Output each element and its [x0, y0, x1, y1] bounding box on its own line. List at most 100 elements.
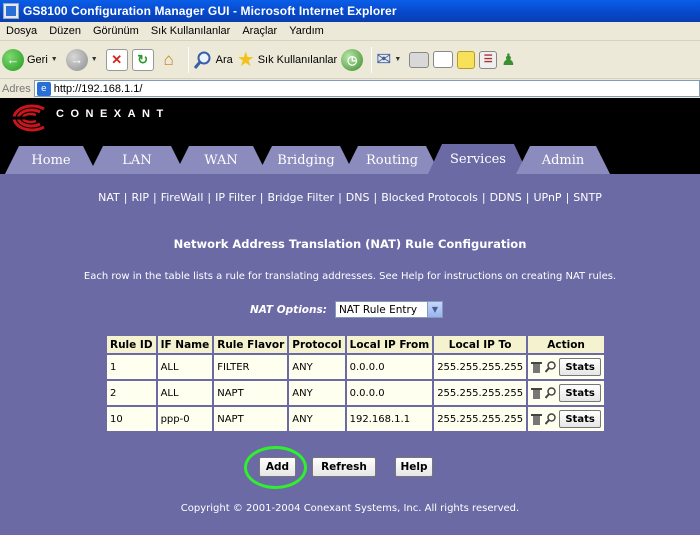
star-icon: ★ — [236, 49, 255, 71]
research-button[interactable]: ☰ — [479, 45, 498, 75]
print-button[interactable] — [409, 45, 430, 75]
conexant-logo-icon — [4, 104, 52, 132]
edit-button[interactable] — [433, 45, 454, 75]
cell-rule-flavor: FILTER — [212, 353, 290, 381]
refresh-page-button[interactable]: ↻ — [131, 45, 154, 75]
col-if-name: IF Name — [155, 334, 215, 355]
stop-icon: ✕ — [105, 48, 128, 71]
printer-icon — [409, 51, 430, 68]
cell-if-name: ALL — [155, 379, 215, 407]
subnav-ddns[interactable]: DDNS — [490, 191, 522, 204]
subnav-ip-filter[interactable]: IP Filter — [215, 191, 256, 204]
brand-name: CONEXANT — [56, 108, 170, 120]
address-url: http://192.168.1.1/ — [53, 82, 143, 95]
edit-page-icon — [433, 51, 454, 68]
menu-help[interactable]: Yardım — [283, 25, 330, 37]
table-header-row: Rule ID IF Name Rule Flavor Protocol Loc… — [105, 334, 607, 355]
favorites-label: Sık Kullanılanlar — [257, 53, 338, 66]
table-row: 10 ppp-0 NAPT ANY 192.168.1.1 255.255.25… — [105, 405, 607, 433]
tab-lan[interactable]: LAN — [89, 146, 185, 174]
subnav-bridge-filter[interactable]: Bridge Filter — [267, 191, 334, 204]
forward-arrow-icon: → — [65, 48, 88, 71]
mail-icon: ✉ — [376, 49, 392, 69]
stats-button[interactable]: Stats — [559, 358, 602, 376]
home-icon: ⌂ — [163, 49, 174, 69]
subnav-blocked-protocols[interactable]: Blocked Protocols — [381, 191, 478, 204]
favorites-button[interactable]: ★ Sık Kullanılanlar — [237, 45, 337, 75]
address-input[interactable]: e http://192.168.1.1/ — [33, 80, 700, 97]
ie-window-icon — [3, 3, 19, 19]
cell-local-ip-to: 255.255.255.255 — [432, 353, 529, 381]
mail-button[interactable]: ✉ ▼ — [376, 45, 405, 75]
trash-icon[interactable] — [531, 387, 543, 399]
magnifier-icon[interactable] — [545, 361, 556, 373]
back-button[interactable]: ← Geri ▼ — [2, 45, 62, 75]
col-protocol: Protocol — [287, 334, 347, 355]
magnifier-icon[interactable] — [545, 387, 556, 399]
history-icon: ◷ — [341, 48, 364, 71]
refresh-icon: ↻ — [131, 48, 154, 71]
window-title: GS8100 Configuration Manager GUI - Micro… — [23, 4, 397, 18]
nat-options-select[interactable]: NAT Rule Entry ▼ — [334, 301, 443, 318]
nat-rule-table: Rule ID IF Name Rule Flavor Protocol Loc… — [105, 334, 607, 433]
chevron-down-icon[interactable]: ▼ — [426, 302, 442, 317]
magnifier-icon[interactable] — [545, 413, 556, 425]
col-rule-id: Rule ID — [105, 334, 158, 355]
cell-local-ip-from: 192.168.1.1 — [344, 405, 435, 433]
stats-button[interactable]: Stats — [559, 384, 602, 402]
home-button[interactable]: ⌂ — [158, 45, 180, 75]
menu-file[interactable]: Dosya — [0, 25, 43, 37]
cell-protocol: ANY — [287, 353, 347, 381]
history-button[interactable]: ◷ — [341, 45, 364, 75]
forward-button[interactable]: → ▼ — [65, 45, 102, 75]
cell-rule-id: 1 — [105, 353, 158, 381]
tab-routing[interactable]: Routing — [344, 146, 440, 174]
subnav-upnp[interactable]: UPnP — [533, 191, 561, 204]
tab-admin[interactable]: Admin — [516, 146, 610, 174]
search-button[interactable]: Ara — [193, 45, 233, 75]
subnav-nat[interactable]: NAT — [98, 191, 120, 204]
subnav-divider: | — [123, 191, 128, 204]
cell-action: Stats — [526, 405, 607, 433]
toolbar-separator — [371, 46, 373, 73]
trash-icon[interactable] — [531, 361, 543, 373]
browser-toolbar: ← Geri ▼ → ▼ ✕ ↻ ⌂ Ara ★ Sık Kullanılanl… — [0, 41, 700, 79]
main-tabs: Home LAN WAN Bridging Routing Services A… — [0, 140, 700, 174]
note-icon — [457, 50, 476, 69]
cell-rule-id: 10 — [105, 405, 158, 433]
refresh-button[interactable]: Refresh — [312, 457, 376, 477]
cell-action: Stats — [526, 379, 607, 407]
stop-button[interactable]: ✕ — [105, 45, 128, 75]
chevron-down-icon[interactable]: ▼ — [51, 56, 58, 63]
subnav-divider: | — [565, 191, 570, 204]
page-header: CONEXANT — [0, 98, 700, 140]
subnav-firewall[interactable]: FireWall — [161, 191, 204, 204]
chevron-down-icon[interactable]: ▼ — [394, 56, 401, 63]
messenger-button[interactable]: ♟ — [501, 45, 515, 75]
chevron-down-icon[interactable]: ▼ — [91, 56, 98, 63]
subnav-dns[interactable]: DNS — [346, 191, 370, 204]
menu-edit[interactable]: Düzen — [43, 25, 87, 37]
tab-home[interactable]: Home — [5, 146, 97, 174]
tab-services[interactable]: Services — [428, 144, 528, 174]
menu-favorites[interactable]: Sık Kullanılanlar — [145, 25, 237, 37]
cell-local-ip-from: 0.0.0.0 — [344, 379, 435, 407]
table-row: 1 ALL FILTER ANY 0.0.0.0 255.255.255.255… — [105, 353, 607, 381]
subnav-divider: | — [207, 191, 212, 204]
subnav-divider: | — [338, 191, 342, 204]
subnav-sntp[interactable]: SNTP — [573, 191, 602, 204]
discuss-button[interactable] — [457, 45, 476, 75]
col-local-ip-to: Local IP To — [432, 334, 529, 355]
stats-button[interactable]: Stats — [559, 410, 602, 428]
search-icon — [193, 51, 211, 69]
subnav-rip[interactable]: RIP — [131, 191, 149, 204]
cell-local-ip-from: 0.0.0.0 — [344, 353, 435, 381]
tab-bridging[interactable]: Bridging — [258, 146, 354, 174]
menu-bar: Dosya Düzen Görünüm Sık Kullanılanlar Ar… — [0, 22, 700, 41]
trash-icon[interactable] — [531, 413, 543, 425]
menu-view[interactable]: Görünüm — [87, 25, 145, 37]
help-button[interactable]: Help — [395, 457, 433, 477]
research-icon: ☰ — [479, 50, 498, 69]
menu-tools[interactable]: Araçlar — [236, 25, 283, 37]
tab-wan[interactable]: WAN — [175, 146, 267, 174]
